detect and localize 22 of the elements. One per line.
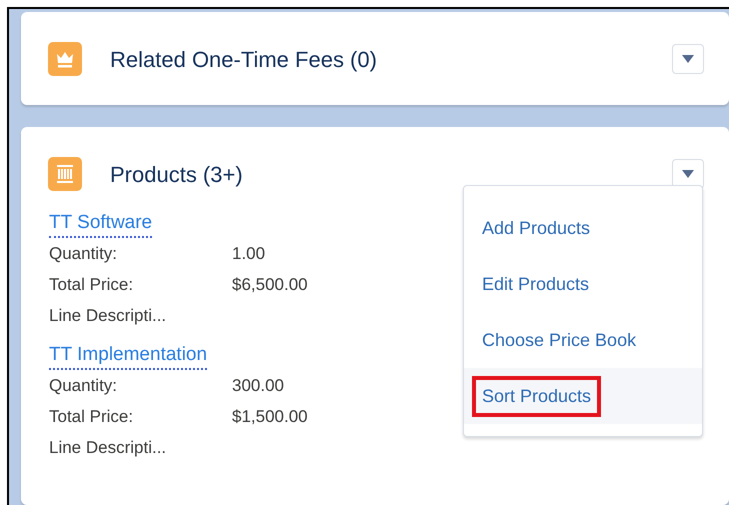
field-label: Line Descripti... [49, 437, 168, 459]
field-label: Line Descripti... [49, 305, 168, 327]
field-value: $6,500.00 [232, 274, 308, 296]
field-label: Total Price: [49, 406, 134, 428]
barcode-icon [48, 157, 82, 191]
field-label: Quantity: [49, 375, 118, 397]
product-link[interactable]: TT Software [49, 210, 152, 238]
product-link[interactable]: TT Implementation [49, 342, 208, 370]
field-value: 300.00 [232, 375, 284, 397]
dropdown-button[interactable] [672, 44, 704, 74]
menu-item[interactable]: Add Products [476, 212, 596, 244]
caret-icon [682, 170, 694, 178]
caret-icon [682, 55, 694, 63]
field-label: Quantity: [49, 243, 118, 265]
field-label: Total Price: [49, 274, 134, 296]
field-value: 1.00 [232, 243, 266, 265]
menu-item[interactable]: Edit Products [476, 268, 596, 300]
field-value: $1,500.00 [232, 406, 308, 428]
card-title: Related One-Time Fees (0) [110, 46, 378, 74]
menu-item[interactable]: Choose Price Book [476, 324, 642, 356]
crown-icon [48, 42, 82, 76]
card-title: Products (3+) [110, 160, 244, 188]
